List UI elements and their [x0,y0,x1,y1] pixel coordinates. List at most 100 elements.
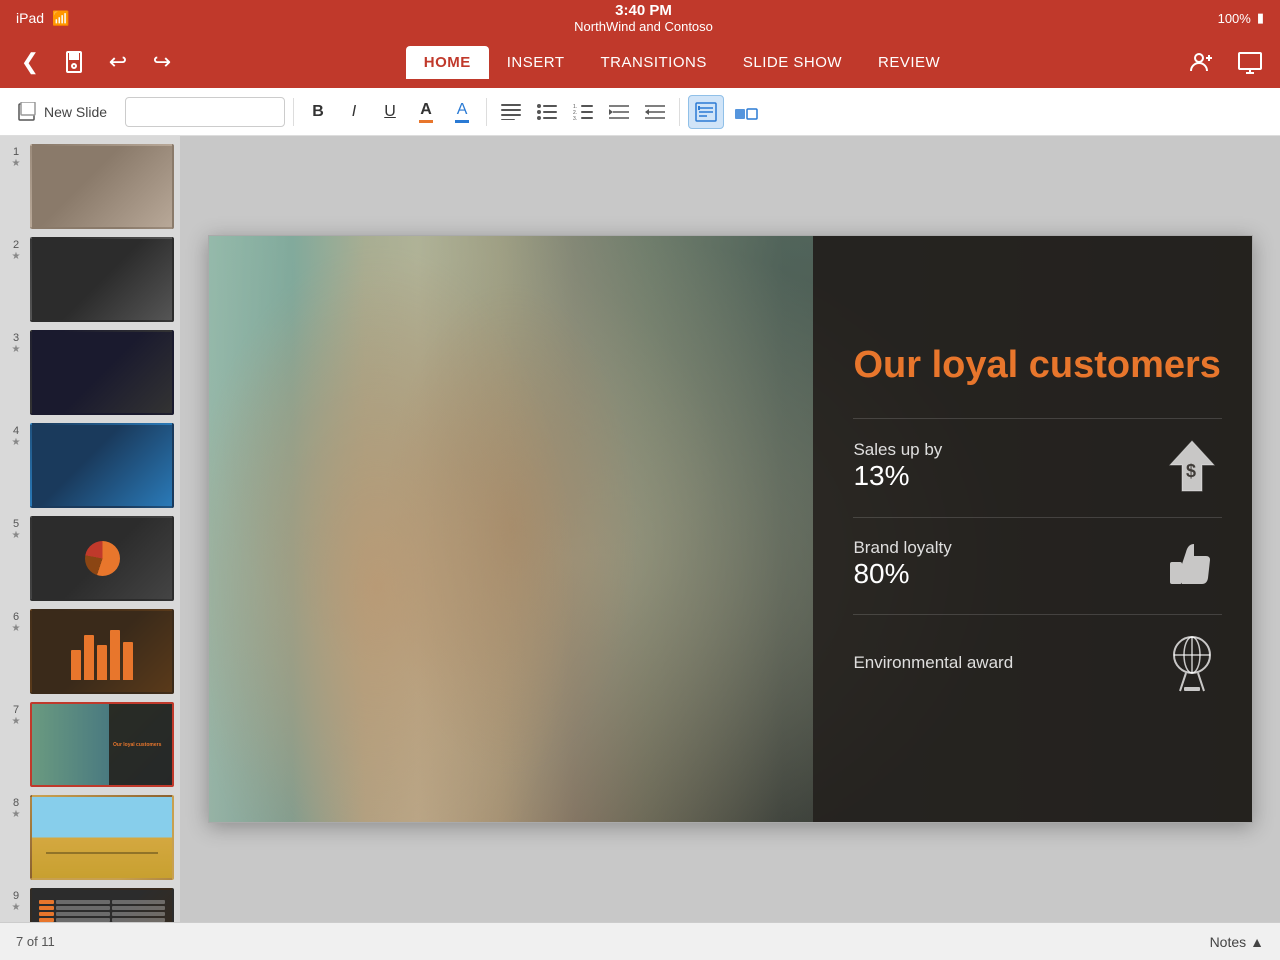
stat-text-3: Environmental award [853,653,1161,673]
bottom-bar: 7 of 11 Notes ▲ [0,922,1280,960]
align-button[interactable] [495,95,527,129]
redo-button[interactable]: ↪ [144,44,180,80]
slide-star: ★ [12,716,21,727]
underline-button[interactable]: U [374,95,406,129]
globe-award-icon [1162,633,1222,693]
bold-button[interactable]: B [302,95,334,129]
stat-row-1: Sales up by 13% $ [853,418,1221,495]
slide-thumb-inner: Our loyal customers [32,704,172,785]
slide-num: 5 [13,518,19,530]
slide-thumb-inner [32,518,172,599]
slide-item-2[interactable]: 2★ [6,237,174,322]
nav-bar: ❮ ↩ ↪ HOME INSERT TRANSITIONS SLIDE SHOW… [0,36,1280,88]
wifi-icon: 📶 [52,10,69,27]
slide-panel: 1★2★3★4★5★ 6★ 7★ Our loyal customers 8★9… [0,136,180,922]
slide-item-6[interactable]: 6★ [6,609,174,694]
tab-transitions[interactable]: TRANSITIONS [583,46,725,79]
slide-num: 4 [13,425,19,437]
slide-star: ★ [12,623,21,634]
notes-label: Notes [1210,934,1247,950]
slide-name-input[interactable] [125,97,285,127]
separator-1 [293,98,294,126]
slide-thumbnail[interactable] [30,795,174,880]
save-button[interactable] [56,44,92,80]
tab-slideshow[interactable]: SLIDE SHOW [725,46,860,79]
bullets-button[interactable] [531,95,563,129]
slide-thumb-inner [32,797,172,878]
font-highlight-label: A [457,101,468,119]
separator-3 [679,98,680,126]
stat-text-2: Brand loyalty 80% [853,538,1161,590]
slide-item-9[interactable]: 9★ [6,888,174,922]
battery-percent: 100% [1218,11,1251,26]
font-color-button[interactable]: A [410,95,442,129]
stat-label-3: Environmental award [853,653,1161,673]
slide-item-4[interactable]: 4★ [6,423,174,508]
thumbs-up-icon [1162,536,1222,592]
slide-num-col: 5★ [6,516,26,541]
slide-num: 2 [13,239,19,251]
stat-row-2: Brand loyalty 80% [853,517,1221,592]
notes-button[interactable]: Notes ▲ [1210,934,1264,950]
slide-num-col: 3★ [6,330,26,355]
slide-item-5[interactable]: 5★ [6,516,174,601]
stat-label-2: Brand loyalty [853,538,1161,558]
tab-insert[interactable]: INSERT [489,46,583,79]
slide-star: ★ [12,530,21,541]
add-person-button[interactable] [1184,44,1220,80]
slide-num-col: 8★ [6,795,26,820]
status-right: 100% ▮ [1218,10,1264,26]
undo-button[interactable]: ↩ [100,44,136,80]
stat-text-1: Sales up by 13% [853,440,1161,492]
slide-num: 6 [13,611,19,623]
svg-text:3.: 3. [573,116,577,120]
slide-item-3[interactable]: 3★ [6,330,174,415]
back-button[interactable]: ❮ [12,44,48,80]
stat-label-1: Sales up by [853,440,1161,460]
slide-thumb-inner [32,890,172,922]
status-left: iPad 📶 [16,10,69,27]
shape-button[interactable] [728,95,764,129]
slide-star: ★ [12,158,21,169]
slide-num-col: 9★ [6,888,26,913]
slide-item-1[interactable]: 1★ [6,144,174,229]
font-highlight-button[interactable]: A [446,95,478,129]
slide-star: ★ [12,251,21,262]
italic-button[interactable]: I [338,95,370,129]
numbered-button[interactable]: 1. 2. 3. [567,95,599,129]
slide-num-col: 6★ [6,609,26,634]
slide-thumbnail[interactable]: Our loyal customers [30,702,174,787]
slide-num-col: 2★ [6,237,26,262]
slide-thumbnail[interactable] [30,888,174,922]
slide-thumbnail[interactable] [30,609,174,694]
slide-item-7[interactable]: 7★ Our loyal customers [6,702,174,787]
device-label: iPad [16,10,44,26]
presentation-button[interactable] [1232,44,1268,80]
slide-item-8[interactable]: 8★ [6,795,174,880]
stat-value-1: 13% [853,460,1161,492]
main-slide[interactable]: Our loyal customers Sales up by 13% $ [208,235,1253,823]
new-slide-label: New Slide [44,104,107,120]
textbox-button[interactable] [688,95,724,129]
battery-icon: ▮ [1257,10,1264,26]
slide-photo-overlay [209,236,814,822]
font-color-label: A [420,101,432,119]
slide-thumb-inner [32,239,172,320]
slide-thumbnail[interactable] [30,423,174,508]
indent-in-button[interactable] [639,95,671,129]
file-name: NorthWind and Contoso [574,19,713,34]
slide-thumbnail[interactable] [30,237,174,322]
canvas-area[interactable]: Our loyal customers Sales up by 13% $ [180,136,1280,922]
status-bar: iPad 📶 3:40 PM NorthWind and Contoso 100… [0,0,1280,36]
slide-count: 7 of 11 [16,934,55,949]
slide-star: ★ [12,344,21,355]
new-slide-button[interactable]: New Slide [8,96,117,128]
slide-thumbnail[interactable] [30,330,174,415]
indent-out-button[interactable] [603,95,635,129]
slide-thumbnail[interactable] [30,144,174,229]
tab-home[interactable]: HOME [406,46,489,79]
tab-review[interactable]: REVIEW [860,46,958,79]
stat-row-3: Environmental award [853,614,1221,693]
slide-thumbnail[interactable] [30,516,174,601]
slide-thumb-inner [32,146,172,227]
